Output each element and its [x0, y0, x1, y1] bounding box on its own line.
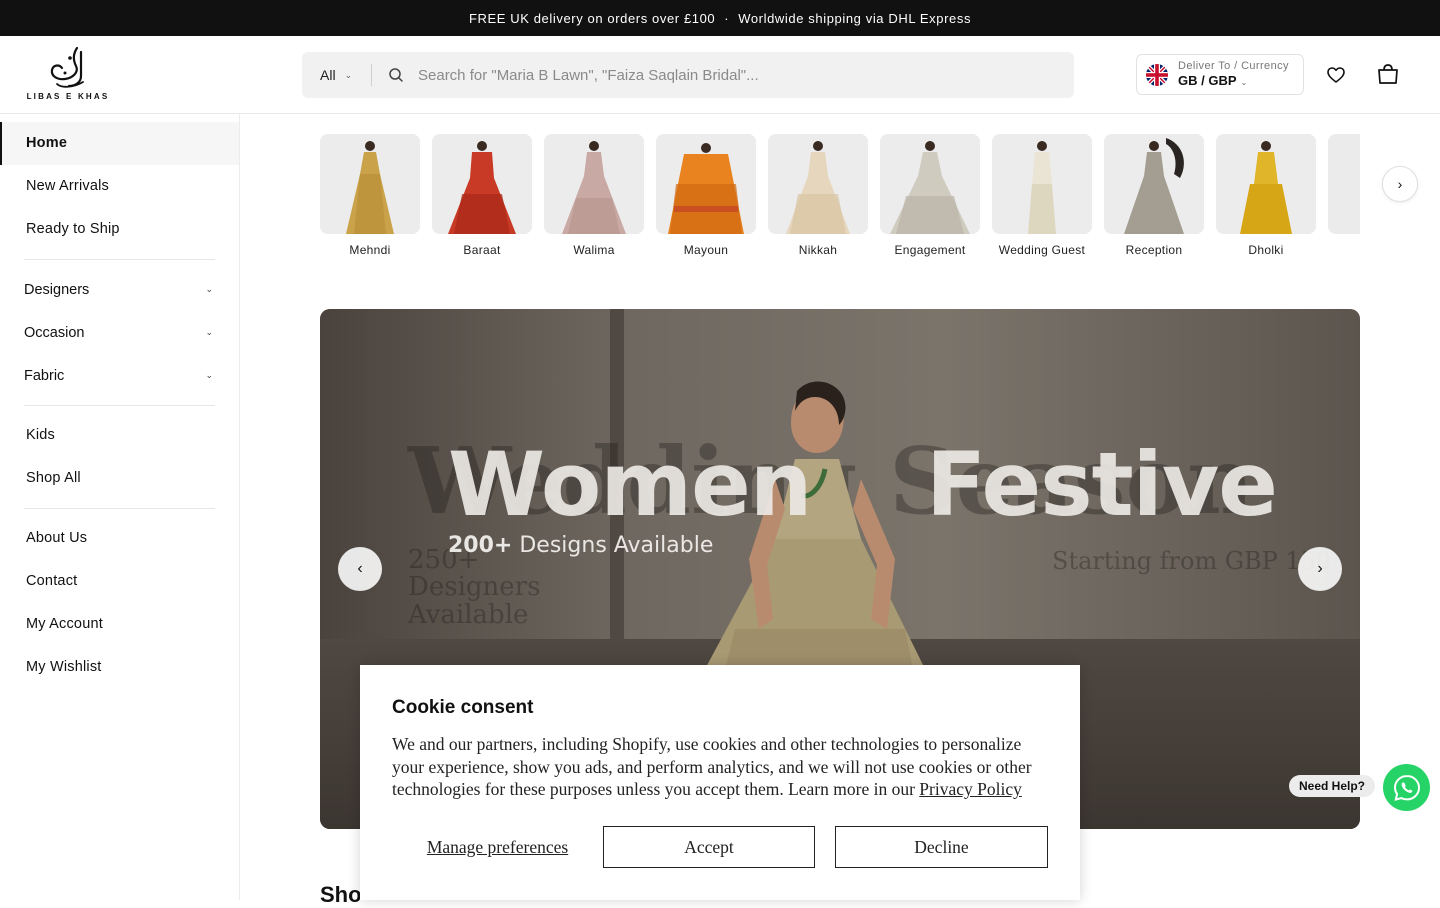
sidebar-item-contact[interactable]: Contact	[0, 560, 239, 603]
hero-title-left: Women	[448, 433, 812, 536]
currency-label: Deliver To / Currency	[1178, 60, 1289, 73]
heart-icon[interactable]	[1325, 64, 1347, 86]
decline-button[interactable]: Decline	[835, 826, 1048, 868]
occasion-image	[1328, 134, 1360, 234]
announcement-text-delivery: FREE UK delivery on orders over £100	[468, 10, 716, 26]
privacy-policy-link[interactable]: Privacy Policy	[919, 779, 1022, 799]
sidebar-item-designers[interactable]: Designers ⌄	[0, 268, 239, 311]
whatsapp-icon	[1393, 774, 1420, 801]
sidebar-item-home[interactable]: Home	[0, 122, 239, 165]
occasion-image	[320, 134, 420, 234]
occasion-label: Wedding Guest	[998, 243, 1086, 257]
manage-preferences-link[interactable]: Manage preferences	[392, 837, 603, 858]
sidebar-divider	[24, 259, 215, 260]
currency-value: GB / GBP	[1178, 73, 1237, 89]
sidebar-divider	[24, 508, 215, 509]
shopping-bag-icon[interactable]	[1376, 62, 1400, 86]
search-icon	[389, 68, 403, 82]
occasion-card-wedding-guest[interactable]: Wedding Guest	[992, 134, 1092, 257]
occasion-image	[880, 134, 980, 234]
occasion-image	[432, 134, 532, 234]
occasion-image	[992, 134, 1092, 234]
chevron-right-icon: ›	[1317, 560, 1323, 577]
logo-calligraphy-icon	[50, 46, 84, 88]
chevron-down-icon: ⌄	[205, 284, 213, 294]
occasion-card-reception[interactable]: Reception	[1104, 134, 1204, 257]
sidebar-item-label: Designers	[24, 281, 90, 298]
search-input[interactable]	[418, 66, 1018, 84]
occasion-image	[656, 134, 756, 234]
logo[interactable]: LIBAS E KHAS	[27, 46, 107, 104]
announcement-bar: FREE UK delivery on orders over £100 · W…	[0, 0, 1440, 36]
cookie-body: We and our partners, including Shopify, …	[392, 733, 1052, 801]
occasion-image	[1216, 134, 1316, 234]
logo-text: LIBAS E KHAS	[26, 92, 110, 101]
search-bar: All ⌄	[302, 52, 1074, 98]
hero-subtitle-text: Designs Available	[519, 533, 714, 558]
hero-next-button[interactable]: ›	[1298, 547, 1342, 591]
sidebar-item-occasion[interactable]: Occasion ⌄	[0, 311, 239, 354]
sidebar-item-kids[interactable]: Kids	[0, 414, 239, 457]
occasion-card-mayoun[interactable]: Mayoun	[656, 134, 756, 257]
sidebar-item-label: Occasion	[24, 324, 85, 341]
occasion-image	[768, 134, 868, 234]
occasion-carousel: Mehndi Baraat Walima Mayoun Nikkah Engag…	[320, 134, 1360, 264]
sidebar-item-fabric[interactable]: Fabric ⌄	[0, 354, 239, 397]
sidebar-item-my-account[interactable]: My Account	[0, 603, 239, 646]
hero-title-right: Festive	[926, 433, 1278, 536]
occasion-card-nikkah[interactable]: Nikkah	[768, 134, 868, 257]
occasion-card-walima[interactable]: Walima	[544, 134, 644, 257]
sidebar-item-about-us[interactable]: About Us	[0, 517, 239, 560]
occasion-card-engagement[interactable]: Engagement	[880, 134, 980, 257]
occasion-card-baraat[interactable]: Baraat	[432, 134, 532, 257]
chevron-right-icon: ›	[1397, 176, 1403, 192]
chevron-down-icon: ⌄	[1240, 78, 1248, 88]
cookie-consent-dialog: Cookie consent We and our partners, incl…	[360, 665, 1080, 900]
search-category-value: All	[320, 67, 336, 83]
carousel-next-button[interactable]: ›	[1382, 166, 1418, 202]
occasion-label: Mehndi	[349, 243, 391, 257]
occasion-card-partial[interactable]: S	[1328, 134, 1360, 257]
sidebar-item-my-wishlist[interactable]: My Wishlist	[0, 646, 239, 689]
occasion-label: Walima	[573, 243, 615, 257]
accept-button[interactable]: Accept	[603, 826, 815, 868]
section-heading: Sho	[320, 882, 362, 907]
chevron-down-icon: ⌄	[205, 327, 213, 337]
chevron-down-icon: ⌄	[205, 370, 213, 380]
occasion-label: Dholki	[1248, 243, 1284, 257]
hero-prev-button[interactable]: ‹	[338, 547, 382, 591]
occasion-image	[1104, 134, 1204, 234]
occasion-label: S	[1328, 243, 1360, 257]
occasion-label: Baraat	[463, 243, 501, 257]
sidebar-item-new-arrivals[interactable]: New Arrivals	[0, 165, 239, 208]
cookie-title: Cookie consent	[392, 697, 534, 718]
occasion-card-dholki[interactable]: Dholki	[1216, 134, 1316, 257]
uk-flag-icon	[1146, 63, 1168, 86]
sidebar-item-ready-to-ship[interactable]: Ready to Ship	[0, 208, 239, 251]
chevron-down-icon: ⌄	[344, 69, 353, 80]
sidebar-nav: Home New Arrivals Ready to Ship Designer…	[0, 114, 240, 900]
chevron-left-icon: ‹	[357, 560, 363, 577]
search-category-select[interactable]: All ⌄	[302, 64, 372, 86]
occasion-card-mehndi[interactable]: Mehndi	[320, 134, 420, 257]
announcement-separator: ·	[724, 10, 730, 26]
hero-subtitle-count: 200+	[448, 533, 513, 558]
occasion-label: Engagement	[894, 243, 966, 257]
currency-selector[interactable]: Deliver To / Currency GB / GBP ⌄	[1136, 54, 1304, 95]
hero-subtitle: 200+ Designs Available	[448, 533, 713, 558]
occasion-label: Mayoun	[683, 243, 729, 257]
whatsapp-button[interactable]	[1383, 764, 1430, 811]
need-help-label[interactable]: Need Help?	[1289, 775, 1376, 797]
sidebar-item-shop-all[interactable]: Shop All	[0, 457, 239, 500]
occasion-image	[544, 134, 644, 234]
occasion-label: Nikkah	[798, 243, 838, 257]
sidebar-divider	[24, 405, 215, 406]
occasion-label: Reception	[1125, 243, 1183, 257]
hero-ghost-right: Starting from GBP 150	[1052, 547, 1332, 575]
hero-ghost-left: 250+ Designers Available	[408, 545, 541, 630]
cookie-actions: Manage preferences Accept Decline	[392, 826, 1048, 868]
sidebar-item-label: Fabric	[24, 367, 65, 384]
site-header: LIBAS E KHAS All ⌄ Deliver To / Currency…	[0, 36, 1440, 114]
announcement-text-shipping: Worldwide shipping via DHL Express	[738, 10, 972, 26]
